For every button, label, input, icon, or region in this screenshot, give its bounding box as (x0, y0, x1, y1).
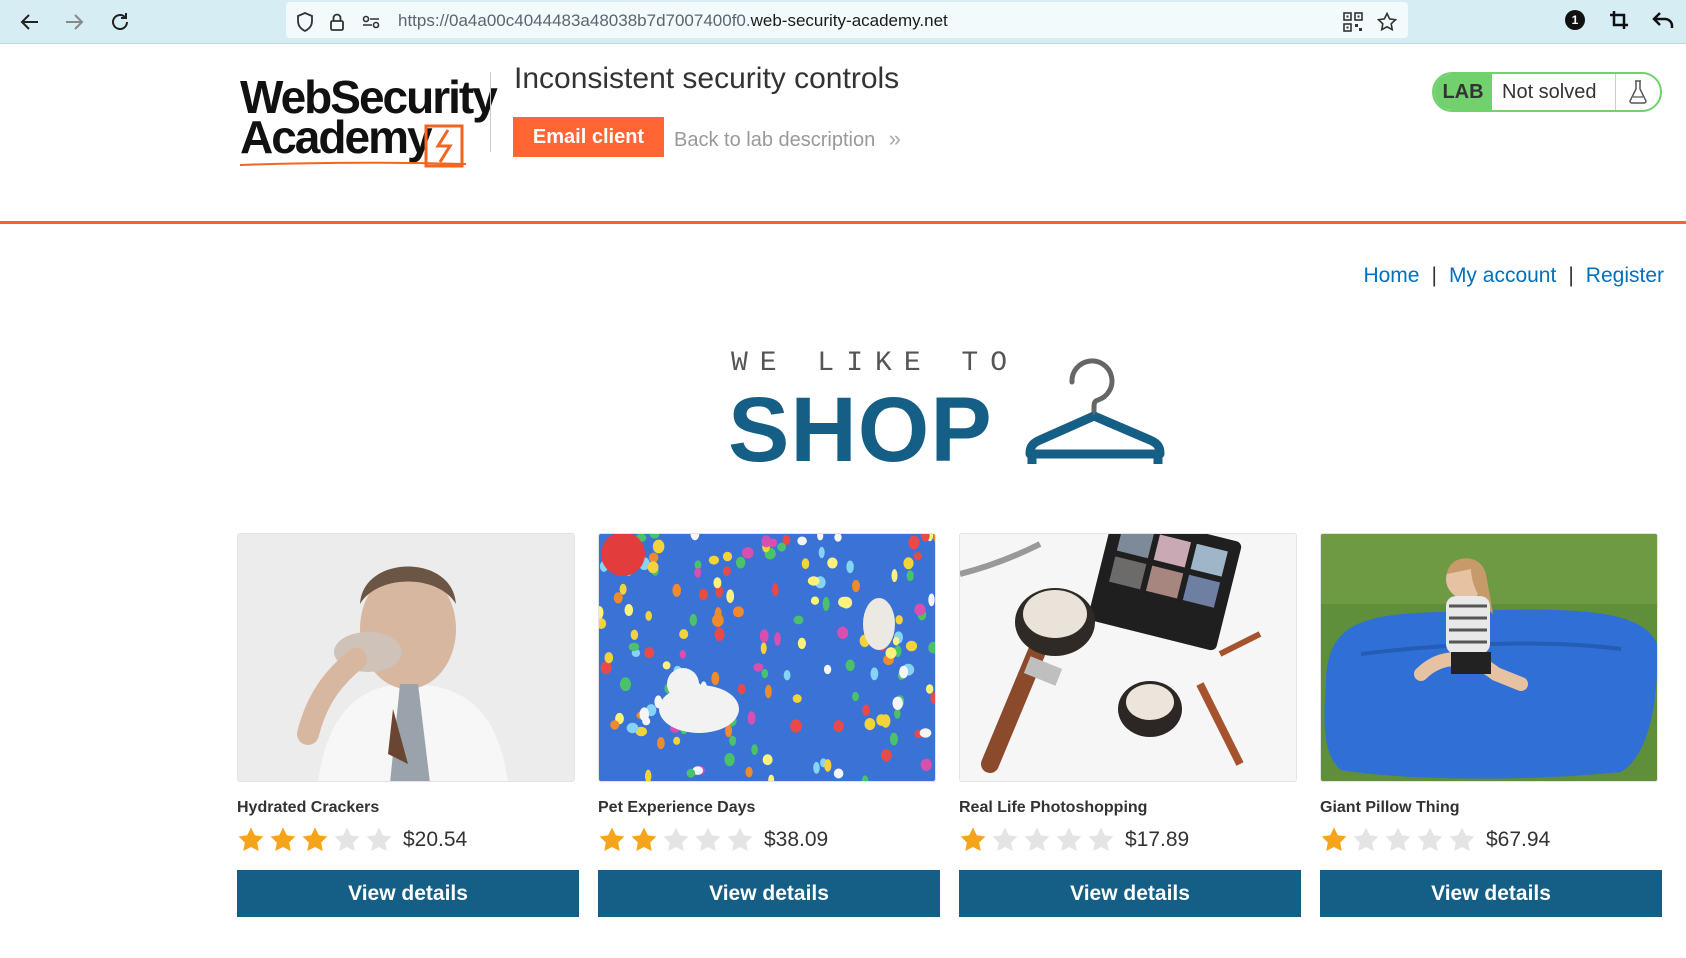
forward-arrow-icon[interactable] (60, 8, 88, 36)
man-eating-cracker-image (238, 534, 574, 781)
product-card: Giant Pillow Thing $67.94 View details (1320, 533, 1662, 917)
product-price: $38.09 (764, 828, 829, 851)
lab-title: Inconsistent security controls (514, 62, 900, 95)
star-empty-icon (1449, 827, 1475, 851)
star-filled-icon (302, 827, 328, 851)
dogs-with-balloons-image (599, 534, 935, 781)
back-to-lab-description-link[interactable]: Back to lab description » (674, 126, 901, 152)
star-filled-icon (631, 827, 657, 851)
product-image[interactable] (959, 533, 1297, 782)
address-bar[interactable]: https://0a4a00c4044483a48038b7d7007400f0… (286, 2, 1408, 38)
product-image[interactable] (598, 533, 936, 782)
star-empty-icon (992, 827, 1018, 851)
star-empty-icon (366, 827, 392, 851)
double-chevron-right-icon: » (888, 126, 902, 151)
product-card: Pet Experience Days $38.09 View details (598, 533, 940, 917)
product-name: Pet Experience Days (598, 799, 756, 816)
back-arrow-icon[interactable] (16, 8, 44, 36)
logo-underline-icon (239, 161, 467, 166)
star-filled-icon (270, 827, 296, 851)
product-price: $67.94 (1486, 828, 1551, 851)
clothes-hanger-icon (1025, 358, 1165, 464)
flask-icon[interactable] (1616, 74, 1660, 110)
star-empty-icon (334, 827, 360, 851)
product-price: $17.89 (1125, 828, 1190, 851)
star-filled-icon (960, 827, 986, 851)
product-price: $20.54 (403, 828, 468, 851)
product-name: Giant Pillow Thing (1320, 799, 1460, 816)
star-rating (598, 826, 754, 854)
star-empty-icon (663, 827, 689, 851)
bookmark-star-icon[interactable] (1376, 11, 1398, 33)
header-divider (490, 72, 491, 152)
product-image[interactable] (1320, 533, 1658, 782)
back-link-label: Back to lab description (674, 129, 876, 151)
product-card: Hydrated Crackers $20.54 View details (237, 533, 579, 917)
makeup-brushes-palette-image (960, 534, 1296, 781)
view-details-button[interactable]: View details (959, 870, 1301, 917)
star-rating (237, 826, 393, 854)
nav-separator: | (1568, 264, 1574, 287)
lab-status-text: Not solved (1492, 74, 1616, 110)
url-text[interactable]: https://0a4a00c4044483a48038b7d7007400f0… (398, 11, 948, 31)
product-card: Real Life Photoshopping $17.89 View deta… (959, 533, 1301, 917)
banner-title: SHOP (728, 379, 993, 481)
star-rating (959, 826, 1115, 854)
crop-icon[interactable] (1608, 9, 1630, 31)
undo-arrow-icon[interactable] (1652, 9, 1674, 31)
nav-home-link[interactable]: Home (1363, 264, 1419, 287)
qr-code-icon[interactable] (1342, 11, 1364, 33)
view-details-button[interactable]: View details (598, 870, 940, 917)
star-filled-icon (1321, 827, 1347, 851)
url-domain: web-security-academy.net (750, 11, 948, 30)
star-filled-icon (238, 827, 264, 851)
reload-icon[interactable] (106, 8, 134, 36)
site-permissions-icon[interactable] (360, 11, 382, 33)
shield-icon[interactable] (294, 11, 316, 33)
star-empty-icon (1056, 827, 1082, 851)
url-prefix: https://0a4a00c4044483a48038b7d7007400f0… (398, 11, 751, 30)
logo-line-2: Academy (240, 111, 433, 163)
view-details-button[interactable]: View details (1320, 870, 1662, 917)
nav-separator: | (1431, 264, 1437, 287)
extension-badge-count: 1 (1571, 13, 1579, 27)
star-empty-icon (1353, 827, 1379, 851)
nav-register-link[interactable]: Register (1586, 264, 1664, 287)
email-client-button[interactable]: Email client (513, 117, 664, 157)
lab-badge: LAB (1434, 74, 1492, 110)
star-empty-icon (1385, 827, 1411, 851)
girl-on-blue-pillow-image (1321, 534, 1657, 781)
star-empty-icon (727, 827, 753, 851)
star-empty-icon (1088, 827, 1114, 851)
lab-header: WebSecurity Academy Inconsistent securit… (0, 44, 1686, 224)
product-name: Hydrated Crackers (237, 799, 380, 816)
site-nav: Home | My account | Register (1363, 264, 1664, 288)
view-details-button[interactable]: View details (237, 870, 579, 917)
star-empty-icon (1024, 827, 1050, 851)
lock-icon[interactable] (326, 11, 348, 33)
star-empty-icon (1417, 827, 1443, 851)
product-name: Real Life Photoshopping (959, 799, 1148, 816)
star-rating (1320, 826, 1476, 854)
star-empty-icon (695, 827, 721, 851)
browser-toolbar: https://0a4a00c4044483a48038b7d7007400f0… (0, 0, 1686, 44)
extension-badge-icon[interactable]: 1 (1564, 9, 1586, 31)
product-image[interactable] (237, 533, 575, 782)
web-security-academy-logo[interactable]: WebSecurity Academy (239, 70, 498, 170)
star-filled-icon (599, 827, 625, 851)
banner-tagline: WE LIKE TO (731, 348, 1020, 379)
nav-my-account-link[interactable]: My account (1449, 264, 1556, 287)
lab-status-widget[interactable]: LAB Not solved (1432, 72, 1662, 112)
